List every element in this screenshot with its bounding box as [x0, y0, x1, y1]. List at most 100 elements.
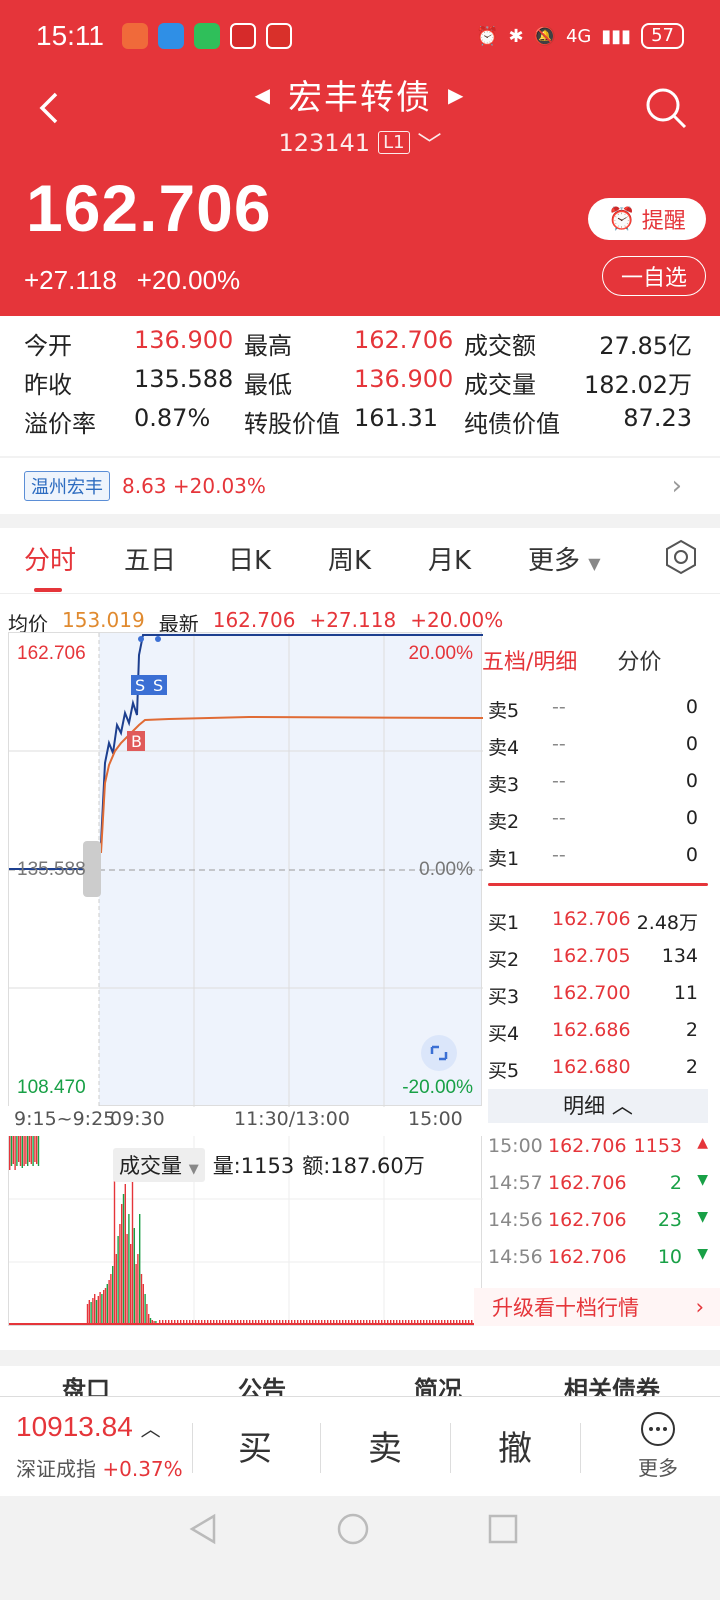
- index-widget[interactable]: 10913.84 ︿: [16, 1411, 161, 1443]
- tick-time: 14:57: [488, 1172, 543, 1194]
- upgrade-button[interactable]: 升级看十档行情 ›: [474, 1288, 720, 1326]
- y-axis-bottom: 108.470: [17, 1077, 86, 1098]
- order-level: 买5 162.680 2: [488, 1048, 708, 1085]
- search-icon[interactable]: [644, 86, 688, 130]
- stat-value: 136.900: [354, 365, 454, 393]
- volume-bar: [110, 1274, 112, 1324]
- index-value: 10913.84: [16, 1411, 133, 1442]
- stat-label: 溢价率: [24, 410, 96, 438]
- header-area: 15:11 ⏰ ✱ 🔕 4G ▮▮▮ 57 ◀ 宏丰转债 ▶ 123141 L1…: [0, 0, 720, 316]
- watchlist-button[interactable]: 一自选: [602, 256, 706, 296]
- nav-home-icon[interactable]: [336, 1512, 370, 1546]
- level-price: --: [552, 844, 566, 866]
- bell-icon: ⏰: [608, 206, 636, 232]
- level-qty: 0: [685, 696, 698, 718]
- page-title: 宏丰转债: [288, 78, 432, 118]
- tab-weekly[interactable]: 周K: [328, 540, 371, 577]
- remind-button[interactable]: ⏰ 提醒: [588, 198, 706, 240]
- alarm-icon: ⏰: [476, 25, 499, 47]
- y-axis-top-pct: 20.00%: [408, 643, 473, 664]
- cancel-order-button[interactable]: 撤: [498, 1421, 532, 1470]
- tab-announcements[interactable]: 公告: [238, 1370, 286, 1396]
- caret-down-icon: ▼: [588, 554, 601, 573]
- volume-bar: [142, 1284, 144, 1324]
- level-price: --: [552, 807, 566, 829]
- underlying-stock-row[interactable]: 温州宏丰 8.63 +20.03% ›: [0, 458, 720, 514]
- tab-more[interactable]: 更多 ▼: [528, 540, 601, 577]
- order-level: 卖3 -- 0: [488, 762, 708, 799]
- tab-order-book[interactable]: 五档/明细: [482, 644, 577, 676]
- tab-intraday[interactable]: 分时: [24, 540, 76, 577]
- volume-bar: [14, 1136, 16, 1170]
- volume-bar: [139, 1214, 141, 1324]
- order-book-divider: [488, 883, 708, 886]
- bluetooth-icon: ✱: [508, 25, 524, 47]
- chevron-up-icon: ︿: [611, 1094, 633, 1118]
- level-qty: 134: [661, 945, 698, 967]
- stat-value: 182.02万: [584, 371, 692, 399]
- level-price: --: [552, 733, 566, 755]
- mute-icon: 🔕: [533, 25, 556, 47]
- nav-recents-icon[interactable]: [486, 1512, 520, 1546]
- more-label: 更多: [638, 1456, 678, 1480]
- current-price: 162.706: [26, 171, 272, 245]
- level-qty: 0: [685, 844, 698, 866]
- period-tabs: 分时 五日 日K 周K 月K 更多 ▼: [0, 528, 720, 594]
- down-arrow-icon: ▼: [697, 1246, 708, 1262]
- time-label: 15:00: [408, 1108, 463, 1130]
- stat-label: 今开: [24, 332, 72, 360]
- intraday-chart[interactable]: S S B 162.706 135.588 108.470 20.00% 0.0…: [8, 632, 483, 1107]
- y-axis-mid-pct: 0.00%: [419, 859, 473, 880]
- stat-value: 135.588: [134, 365, 234, 393]
- stat-label: 成交量: [464, 371, 536, 399]
- chevron-right-icon: ›: [671, 471, 682, 501]
- tab-quote[interactable]: 盘口: [62, 1370, 110, 1396]
- trade-bar: 10913.84 ︿ 深证成指 +0.37% 买 卖 撤 更多: [0, 1396, 720, 1496]
- volume-chart[interactable]: 成交量 ▼ 量:1153 额:187.60万: [8, 1136, 483, 1326]
- level-label: 买4: [488, 1023, 520, 1045]
- volume-bar: [106, 1284, 108, 1324]
- stock-code-row[interactable]: 123141 L1 ﹀: [278, 125, 441, 160]
- next-stock-icon[interactable]: ▶: [448, 83, 465, 107]
- tab-overview[interactable]: 简况: [414, 1370, 462, 1396]
- tab-five-day[interactable]: 五日: [124, 540, 176, 577]
- volume-bar: [115, 1254, 117, 1324]
- settings-icon[interactable]: [662, 538, 700, 576]
- trade-tick: 15:00 162.706 1153 ▲: [488, 1129, 708, 1166]
- sell-levels: 卖5 -- 0 卖4 -- 0 卖3 -- 0 卖2 -- 0 卖1 -- 0: [488, 688, 708, 873]
- volume-bar: [131, 1174, 134, 1324]
- volume-bar: [128, 1214, 130, 1324]
- tab-related-bonds[interactable]: 相关债券: [564, 1370, 660, 1396]
- volume-indicator-tag[interactable]: 成交量 ▼: [113, 1148, 205, 1182]
- time-label: 9:15~9:25: [14, 1108, 116, 1130]
- volume-bar: [34, 1136, 36, 1162]
- avg-line: [100, 715, 483, 854]
- sell-button[interactable]: 卖: [368, 1421, 402, 1470]
- stat-label: 成交额: [464, 332, 536, 360]
- detail-toggle[interactable]: 明细 ︿: [488, 1089, 708, 1123]
- fullscreen-icon[interactable]: [421, 1035, 457, 1071]
- nav-back-icon[interactable]: [186, 1512, 220, 1546]
- level-qty: 0: [685, 733, 698, 755]
- buy-button[interactable]: 买: [238, 1421, 272, 1470]
- point-marker: [155, 636, 161, 642]
- level-qty: 2: [685, 1019, 698, 1041]
- prev-stock-icon[interactable]: ◀: [255, 83, 272, 107]
- volume-bar: [92, 1298, 94, 1324]
- drag-handle[interactable]: [83, 841, 101, 897]
- more-button[interactable]: 更多: [638, 1411, 678, 1481]
- volume-bar: [21, 1136, 23, 1168]
- tab-monthly[interactable]: 月K: [428, 540, 471, 577]
- system-nav-bar: [0, 1496, 720, 1600]
- remind-label: 提醒: [641, 209, 686, 234]
- order-book-header: 五档/明细 分价: [482, 632, 708, 688]
- trade-tick: 14:57 162.706 2 ▼: [488, 1166, 708, 1203]
- y-axis-mid: 135.588: [17, 859, 86, 880]
- level-qty: 11: [673, 982, 698, 1004]
- tick-time: 14:56: [488, 1209, 543, 1231]
- tab-price-distribution[interactable]: 分价: [617, 644, 661, 676]
- tick-time: 15:00: [488, 1135, 543, 1157]
- tab-daily[interactable]: 日K: [228, 540, 271, 577]
- level-qty: 0: [685, 807, 698, 829]
- order-level: 卖4 -- 0: [488, 725, 708, 762]
